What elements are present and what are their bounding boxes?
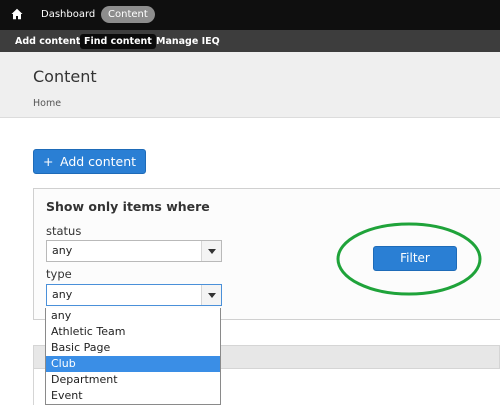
status-select-value: any [52,244,73,257]
type-option-club[interactable]: Club [46,356,220,372]
status-label: status [46,224,82,238]
type-option-department[interactable]: Department [46,372,220,388]
admin-toolbar: Dashboard Content [0,0,500,30]
status-select[interactable]: any [46,240,222,262]
chevron-down-icon[interactable] [201,285,221,305]
page-title: Content [33,67,97,86]
type-option-athletic-team[interactable]: Athletic Team [46,324,220,340]
dashboard-link[interactable]: Dashboard [41,8,95,22]
type-option-basic-page[interactable]: Basic Page [46,340,220,356]
type-select[interactable]: any [46,284,222,306]
subnav-find-content[interactable]: Find content [80,34,156,49]
type-option-any[interactable]: any [46,308,220,324]
subnav-add-content[interactable]: Add content [15,34,80,49]
add-content-button[interactable]: + Add content [33,149,146,174]
type-label: type [46,267,72,281]
type-select-value: any [52,288,73,301]
type-dropdown-list: any Athletic Team Basic Page Club Depart… [45,308,221,405]
secondary-nav: Add content Find content Manage IEQ [0,30,500,52]
add-content-label: Add content [60,154,137,169]
filter-heading: Show only items where [46,199,210,214]
breadcrumb[interactable]: Home [33,98,61,109]
type-option-event[interactable]: Event [46,388,220,404]
content-tab[interactable]: Content [101,6,155,23]
annotation-circle [336,222,482,296]
home-icon[interactable] [11,8,23,20]
page-header: Content Home [0,52,500,118]
plus-icon: + [43,154,54,169]
subnav-manage-ieq[interactable]: Manage IEQ [156,34,220,49]
chevron-down-icon[interactable] [201,241,221,261]
